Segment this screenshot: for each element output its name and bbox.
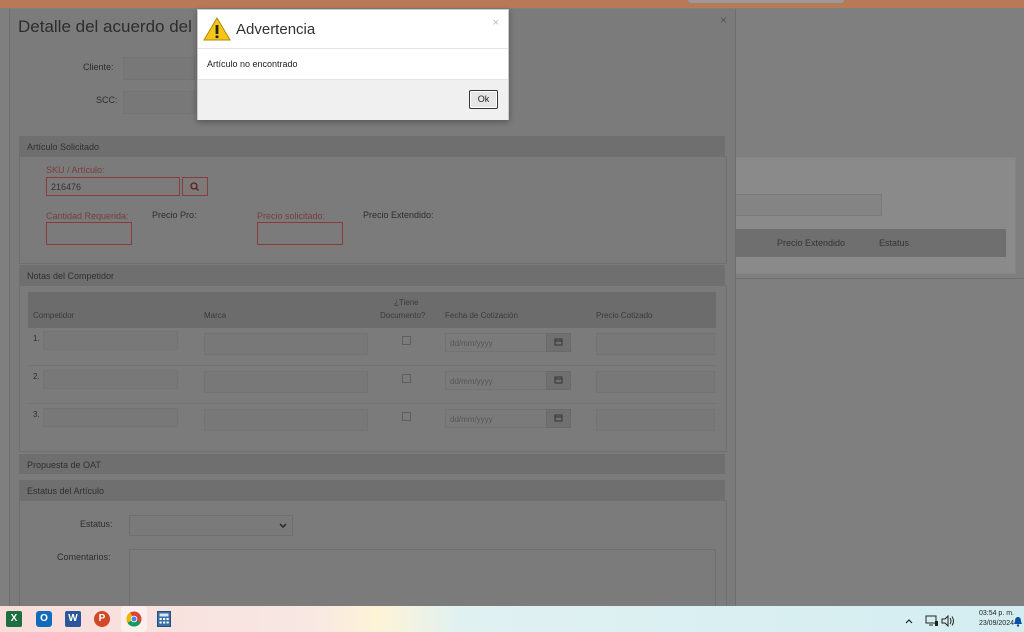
- calendar-icon: [554, 414, 563, 422]
- alert-header: Advertencia ×: [198, 10, 508, 49]
- network-icon[interactable]: [925, 615, 939, 627]
- background-divider: [734, 278, 1024, 279]
- header-tiene-line1: ¿Tiene: [394, 298, 419, 307]
- word-icon[interactable]: W: [65, 611, 81, 627]
- propuesta-section-header[interactable]: Propuesta de OAT: [19, 454, 725, 474]
- powerpoint-icon[interactable]: P: [94, 611, 110, 627]
- row-divider: [28, 403, 716, 404]
- alert-message: Artículo no encontrado: [207, 59, 298, 69]
- system-clock[interactable]: 03:54 p. m. 23/09/2024: [960, 609, 1014, 629]
- calendar-icon: [554, 338, 563, 346]
- estatus-select[interactable]: [129, 515, 293, 536]
- precio-solicitado-label: Precio solicitado:: [257, 211, 326, 221]
- precio-solicitado-input[interactable]: [257, 222, 343, 245]
- calendar-button[interactable]: [546, 371, 571, 390]
- notification-bell-icon[interactable]: [1013, 616, 1023, 627]
- competidor-section-header: Notas del Competidor: [19, 265, 725, 285]
- alert-dialog: Advertencia × Artículo no encontrado Ok: [197, 9, 509, 120]
- modal-title: Detalle del acuerdo del pre: [18, 17, 222, 36]
- chrome-icon[interactable]: [126, 611, 142, 627]
- precio-pro-label: Precio Pro:: [152, 210, 197, 220]
- background-table-header: Precio Extendido Estatus: [734, 229, 1006, 257]
- header-fecha: Fecha de Cotización: [445, 311, 518, 320]
- header-precio-cotizado: Precio Cotizado: [596, 311, 653, 320]
- comentarios-textarea[interactable]: [129, 549, 716, 609]
- fecha-input[interactable]: dd/mm/yyyy: [445, 333, 547, 352]
- row-divider: [28, 365, 716, 366]
- header-marca: Marca: [204, 311, 227, 320]
- header-tiene-line2: Documento?: [380, 311, 426, 320]
- marca-input[interactable]: [204, 333, 368, 355]
- estatus-section-header: Estatus del Artículo: [19, 480, 725, 500]
- sku-label: SKU / Artículo:: [46, 165, 105, 175]
- header-competidor: Competidor: [33, 311, 75, 320]
- calendar-icon: [554, 376, 563, 384]
- warning-icon: [203, 17, 231, 41]
- cantidad-label: Cantidad Requerida:: [46, 211, 129, 221]
- articulo-section-title: Artículo Solicitado: [27, 142, 100, 152]
- background-header-precio-extendido: Precio Extendido: [777, 238, 846, 248]
- alert-footer: [198, 79, 508, 120]
- estatus-label: Estatus:: [80, 519, 113, 529]
- precio-extendido-label: Precio Extendido:: [363, 210, 434, 220]
- propuesta-section-title: Propuesta de OAT: [27, 460, 101, 470]
- browser-top-bar: [0, 0, 1024, 8]
- competidor-input[interactable]: [43, 331, 178, 350]
- chevron-up-icon[interactable]: [904, 617, 914, 625]
- row-number: 3.: [33, 410, 40, 419]
- row-number: 1.: [33, 334, 40, 343]
- precio-cotizado-input[interactable]: [596, 333, 715, 355]
- volume-icon[interactable]: [941, 615, 955, 627]
- search-icon: [190, 182, 199, 191]
- scc-field[interactable]: [123, 91, 195, 114]
- fecha-input[interactable]: dd/mm/yyyy: [445, 371, 547, 390]
- excel-icon[interactable]: X: [6, 611, 22, 627]
- estatus-section-title: Estatus del Artículo: [27, 486, 105, 496]
- precio-cotizado-input[interactable]: [596, 409, 715, 431]
- ok-button[interactable]: Ok: [469, 90, 498, 109]
- competidor-table-header: Competidor Marca ¿Tiene Documento? Fecha…: [28, 292, 716, 328]
- articulo-section-header: Artículo Solicitado: [19, 136, 725, 156]
- outlook-icon[interactable]: O: [36, 611, 52, 627]
- calendar-button[interactable]: [546, 409, 571, 428]
- marca-input[interactable]: [204, 409, 368, 431]
- clock-time: 03:54 p. m.: [978, 610, 1014, 617]
- modal-close-icon[interactable]: ×: [720, 13, 727, 27]
- top-bar-pill: [688, 0, 844, 3]
- close-icon[interactable]: ×: [493, 17, 499, 29]
- competidor-section-title: Notas del Competidor: [27, 271, 115, 281]
- background-header-estatus: Estatus: [879, 238, 910, 248]
- cliente-label: Cliente:: [83, 62, 114, 72]
- calendar-button[interactable]: [546, 333, 571, 352]
- alert-title: Advertencia: [236, 21, 316, 38]
- sku-search-button[interactable]: [182, 177, 208, 196]
- marca-input[interactable]: [204, 371, 368, 393]
- background-field: [734, 194, 882, 216]
- cantidad-input[interactable]: [46, 222, 132, 245]
- documento-checkbox[interactable]: [402, 374, 411, 383]
- taskbar: X O W P: [0, 606, 1024, 632]
- cliente-field[interactable]: [123, 57, 195, 80]
- scc-label: SCC:: [96, 95, 118, 105]
- precio-cotizado-input[interactable]: [596, 371, 715, 393]
- fecha-input[interactable]: dd/mm/yyyy: [445, 409, 547, 428]
- documento-checkbox[interactable]: [402, 412, 411, 421]
- comentarios-label: Comentarios:: [57, 552, 111, 562]
- row-number: 2.: [33, 372, 40, 381]
- documento-checkbox[interactable]: [402, 336, 411, 345]
- competidor-input[interactable]: [43, 408, 178, 427]
- chevron-down-icon: [279, 523, 287, 528]
- clock-date: 23/09/2024: [978, 620, 1014, 627]
- calculator-icon[interactable]: [157, 611, 171, 627]
- competidor-input[interactable]: [43, 370, 178, 389]
- sku-input[interactable]: 216476: [46, 177, 180, 196]
